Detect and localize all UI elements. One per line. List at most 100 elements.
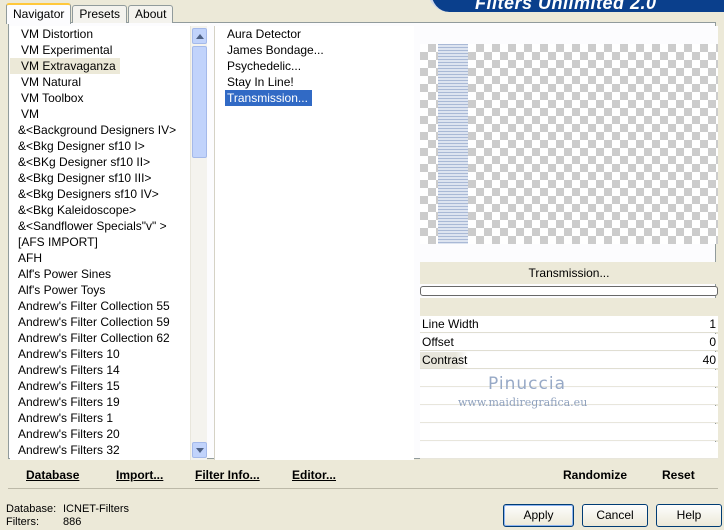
- filter-item[interactable]: Stay In Line!: [215, 74, 414, 90]
- category-item[interactable]: Andrew's Filters 15: [10, 378, 190, 394]
- category-label: VM: [21, 107, 39, 121]
- scroll-down-button[interactable]: [192, 442, 207, 458]
- category-item[interactable]: Andrew's Filter Collection 62: [10, 330, 190, 346]
- param-row-empty: [420, 442, 718, 459]
- preview-stripes: [438, 44, 468, 244]
- param-label: Line Width: [422, 317, 479, 331]
- category-item[interactable]: &<Background Designers IV>: [10, 122, 190, 138]
- filter-info-button[interactable]: Filter Info...: [195, 468, 260, 482]
- scroll-thumb[interactable]: [192, 46, 207, 158]
- category-label: Andrew's Filters 15: [18, 379, 120, 393]
- import-button[interactable]: Import...: [116, 468, 163, 482]
- status-database-label: Database:: [6, 503, 57, 515]
- filter-item[interactable]: James Bondage...: [215, 42, 414, 58]
- progress-bar: [420, 286, 718, 296]
- category-label: &<Bkg Kaleidoscope>: [18, 203, 137, 217]
- category-item[interactable]: Andrew's Filter Collection 59: [10, 314, 190, 330]
- category-label: Andrew's Filter Collection 59: [18, 315, 170, 329]
- category-label: Andrew's Filters 14: [18, 363, 120, 377]
- tab-bar: Navigator Presets About: [6, 2, 174, 24]
- category-label: &<Bkg Designers sf10 IV>: [18, 187, 159, 201]
- category-item[interactable]: Andrew's Filters 14: [10, 362, 190, 378]
- status-filters-value: 886: [63, 516, 82, 528]
- filter-item[interactable]: Transmission...: [215, 90, 414, 106]
- category-item[interactable]: Alf's Power Sines: [10, 266, 190, 282]
- filter-item[interactable]: Psychedelic...: [215, 58, 414, 74]
- tab-about[interactable]: About: [128, 5, 174, 23]
- category-label: Andrew's Filters 20: [18, 427, 120, 441]
- tab-navigator[interactable]: Navigator: [6, 3, 72, 24]
- watermark-url: www.maidiregrafica.eu: [458, 396, 588, 409]
- category-scrollbar[interactable]: [190, 26, 207, 460]
- param-row-offset[interactable]: Offset 0: [420, 334, 718, 351]
- category-item[interactable]: VM: [10, 106, 190, 122]
- category-item[interactable]: &<BKg Designer sf10 II>: [10, 154, 190, 170]
- filter-label: Psychedelic...: [227, 59, 302, 73]
- reset-button[interactable]: Reset: [662, 468, 695, 482]
- category-label: VM Natural: [21, 75, 82, 89]
- category-item[interactable]: Alf's Power Toys: [10, 282, 190, 298]
- tab-presets[interactable]: Presets: [72, 5, 128, 23]
- category-item[interactable]: Andrew's Filters 32: [10, 442, 190, 458]
- filter-label: Transmission...: [225, 90, 312, 106]
- category-item[interactable]: VM Distortion: [10, 26, 190, 42]
- divider: [8, 488, 718, 489]
- preview-image: [420, 44, 718, 244]
- category-label: VM Extravaganza: [10, 58, 120, 74]
- category-item[interactable]: &<Sandflower Specials"v" >: [10, 218, 190, 234]
- status-filters-label: Filters:: [6, 516, 39, 528]
- filter-label: James Bondage...: [227, 43, 324, 57]
- category-item[interactable]: Andrew's Filter Collection 55: [10, 298, 190, 314]
- status-database: Database: ICNET-Filters: [6, 503, 129, 516]
- category-item[interactable]: VM Extravaganza: [10, 58, 190, 74]
- apply-button[interactable]: Apply: [503, 504, 574, 527]
- category-item[interactable]: Andrew's Filters 19: [10, 394, 190, 410]
- category-label: Andrew's Filters 1: [18, 411, 113, 425]
- filter-item[interactable]: Aura Detector: [215, 26, 414, 42]
- category-item[interactable]: Andrew's Filters 10: [10, 346, 190, 362]
- category-item[interactable]: &<Bkg Designer sf10 III>: [10, 170, 190, 186]
- help-button[interactable]: Help: [656, 504, 722, 527]
- category-item[interactable]: Andrew's Filters 1: [10, 410, 190, 426]
- category-item[interactable]: VM Experimental: [10, 42, 190, 58]
- preview-header: [420, 26, 718, 44]
- category-label: VM Toolbox: [21, 91, 84, 105]
- navigator-toolbar: Database Import... Filter Info... Editor…: [10, 460, 414, 488]
- category-label: &<Bkg Designer sf10 III>: [18, 171, 152, 185]
- category-item[interactable]: Andrew's Filters 20: [10, 426, 190, 442]
- category-item[interactable]: &<Bkg Designer sf10 I>: [10, 138, 190, 154]
- scroll-up-button[interactable]: [192, 28, 207, 44]
- cancel-button[interactable]: Cancel: [582, 504, 648, 527]
- category-label: &<BKg Designer sf10 II>: [18, 155, 151, 169]
- app-title-banner: Filters Unlimited 2.0: [428, 0, 724, 12]
- editor-button[interactable]: Editor...: [292, 468, 336, 482]
- param-label: Contrast: [422, 353, 468, 367]
- filter-list[interactable]: Aura Detector James Bondage... Psychedelic…: [214, 26, 414, 460]
- category-item[interactable]: AFH: [10, 250, 190, 266]
- category-item[interactable]: &<Bkg Kaleidoscope>: [10, 202, 190, 218]
- category-label: AFH: [18, 251, 42, 265]
- chevron-down-icon: [195, 447, 204, 453]
- category-label: VM Distortion: [21, 27, 94, 41]
- category-label: [AFS IMPORT]: [18, 235, 98, 249]
- category-label: Alf's Power Sines: [18, 267, 111, 281]
- category-item[interactable]: VM Toolbox: [10, 90, 190, 106]
- param-row-empty: [420, 424, 718, 441]
- category-label: &<Sandflower Specials"v" >: [18, 219, 167, 233]
- database-button[interactable]: Database: [26, 468, 79, 482]
- param-row-line-width[interactable]: Line Width 1: [420, 316, 718, 333]
- app-title: Filters Unlimited 2.0: [475, 0, 657, 10]
- category-item[interactable]: [AFS IMPORT]: [10, 234, 190, 250]
- status-filters: Filters: 886: [6, 516, 81, 529]
- filter-name-caption: Transmission...: [420, 262, 718, 284]
- param-row-empty: [420, 370, 718, 387]
- param-row-contrast[interactable]: Contrast 40: [420, 352, 718, 369]
- category-item[interactable]: VM Natural: [10, 74, 190, 90]
- category-label: Andrew's Filter Collection 62: [18, 331, 170, 345]
- category-item[interactable]: &<Bkg Designers sf10 IV>: [10, 186, 190, 202]
- filter-label: Aura Detector: [227, 27, 302, 41]
- category-label: &<Bkg Designer sf10 I>: [18, 139, 145, 153]
- randomize-button[interactable]: Randomize: [563, 468, 627, 482]
- category-list[interactable]: VM Distortion VM Experimental VM Extravaga…: [10, 26, 190, 460]
- watermark-name: Pinuccia: [488, 374, 566, 394]
